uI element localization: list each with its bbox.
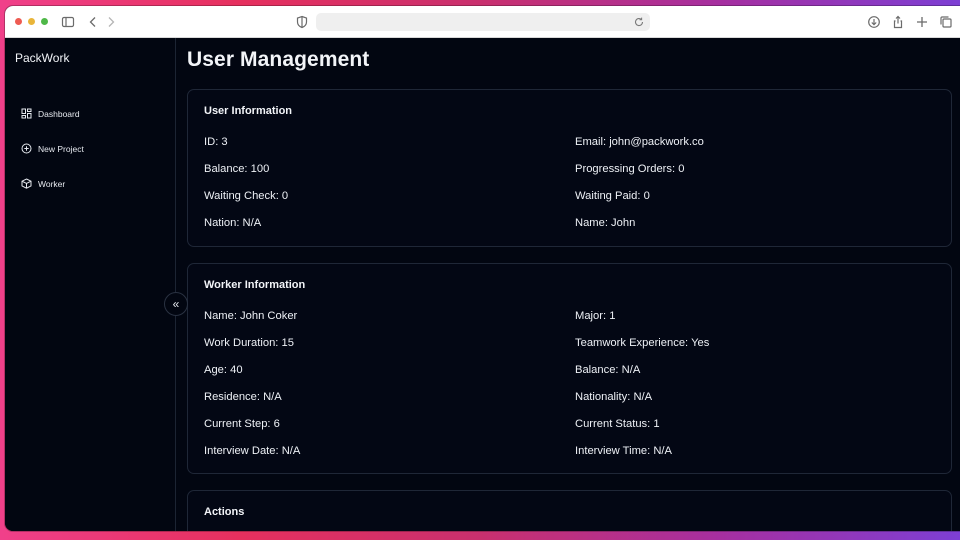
download-icon[interactable]: [867, 15, 881, 29]
waiting-check-field: Waiting Check: 0: [204, 190, 289, 202]
current-status-field: Current Status: 1: [575, 418, 660, 430]
app-container: PackWork Dashboard New Project Worker « …: [5, 38, 960, 531]
nationality-field: Nationality: N/A: [575, 391, 653, 403]
card-title: User Information: [204, 105, 293, 117]
major-field: Major: 1: [575, 310, 616, 322]
user-info-grid: ID: 3 Email: john@packwork.co Balance: 1…: [204, 135, 944, 243]
browser-toolbar: [5, 6, 960, 38]
waiting-paid-field: Waiting Paid: 0: [575, 190, 650, 202]
plus-circle-icon: [21, 143, 32, 154]
page-title: User Management: [187, 48, 370, 71]
card-title: Actions: [204, 506, 245, 518]
sidebar-item-worker[interactable]: Worker: [21, 166, 84, 201]
sidebar: PackWork Dashboard New Project Worker: [5, 38, 176, 531]
work-duration-field: Work Duration: 15: [204, 337, 294, 349]
sidebar-item-label: New Project: [38, 143, 84, 154]
main-content: User Management User Information ID: 3 E…: [176, 38, 960, 531]
user-name-field: Name: John: [575, 217, 636, 229]
age-field: Age: 40: [204, 364, 243, 376]
user-email-field: Email: john@packwork.co: [575, 136, 704, 148]
user-id-field: ID: 3: [204, 136, 228, 148]
tab-overview-icon[interactable]: [939, 15, 953, 29]
sidebar-item-dashboard[interactable]: Dashboard: [21, 96, 84, 131]
zoom-window-button[interactable]: [41, 18, 48, 25]
worker-information-card: Worker Information Name: John Coker Majo…: [187, 263, 952, 474]
share-icon[interactable]: [891, 15, 905, 29]
collapse-sidebar-button[interactable]: «: [164, 292, 188, 316]
worker-info-grid: Name: John Coker Major: 1 Work Duration:…: [204, 309, 944, 471]
brand-logo[interactable]: PackWork: [15, 51, 69, 65]
sidebar-toggle-icon[interactable]: [61, 15, 75, 29]
close-window-button[interactable]: [15, 18, 22, 25]
address-bar[interactable]: [316, 13, 650, 31]
sidebar-item-label: Worker: [38, 178, 66, 189]
shield-icon[interactable]: [295, 15, 309, 29]
user-information-card: User Information ID: 3 Email: john@packw…: [187, 89, 952, 247]
teamwork-experience-field: Teamwork Experience: Yes: [575, 337, 710, 349]
window-controls: [15, 18, 48, 25]
current-step-field: Current Step: 6: [204, 418, 280, 430]
worker-name-field: Name: John Coker: [204, 310, 298, 322]
minimize-window-button[interactable]: [28, 18, 35, 25]
actions-card: Actions: [187, 490, 952, 531]
sidebar-nav: Dashboard New Project Worker: [21, 96, 84, 201]
worker-balance-field: Balance: N/A: [575, 364, 641, 376]
sidebar-item-new-project[interactable]: New Project: [21, 131, 84, 166]
progressing-orders-field: Progressing Orders: 0: [575, 163, 685, 175]
back-icon[interactable]: [86, 15, 100, 29]
new-tab-icon[interactable]: [915, 15, 929, 29]
sidebar-item-label: Dashboard: [38, 108, 80, 119]
residence-field: Residence: N/A: [204, 391, 282, 403]
forward-icon[interactable]: [104, 15, 118, 29]
nation-field: Nation: N/A: [204, 217, 262, 229]
interview-time-field: Interview Time: N/A: [575, 445, 672, 457]
box-icon: [21, 178, 32, 189]
card-title: Worker Information: [204, 279, 306, 291]
dashboard-icon: [21, 108, 32, 119]
reload-icon[interactable]: [633, 16, 645, 28]
user-balance-field: Balance: 100: [204, 163, 270, 175]
interview-date-field: Interview Date: N/A: [204, 445, 301, 457]
chevrons-left-icon: «: [172, 297, 180, 311]
browser-window: PackWork Dashboard New Project Worker « …: [5, 6, 960, 531]
